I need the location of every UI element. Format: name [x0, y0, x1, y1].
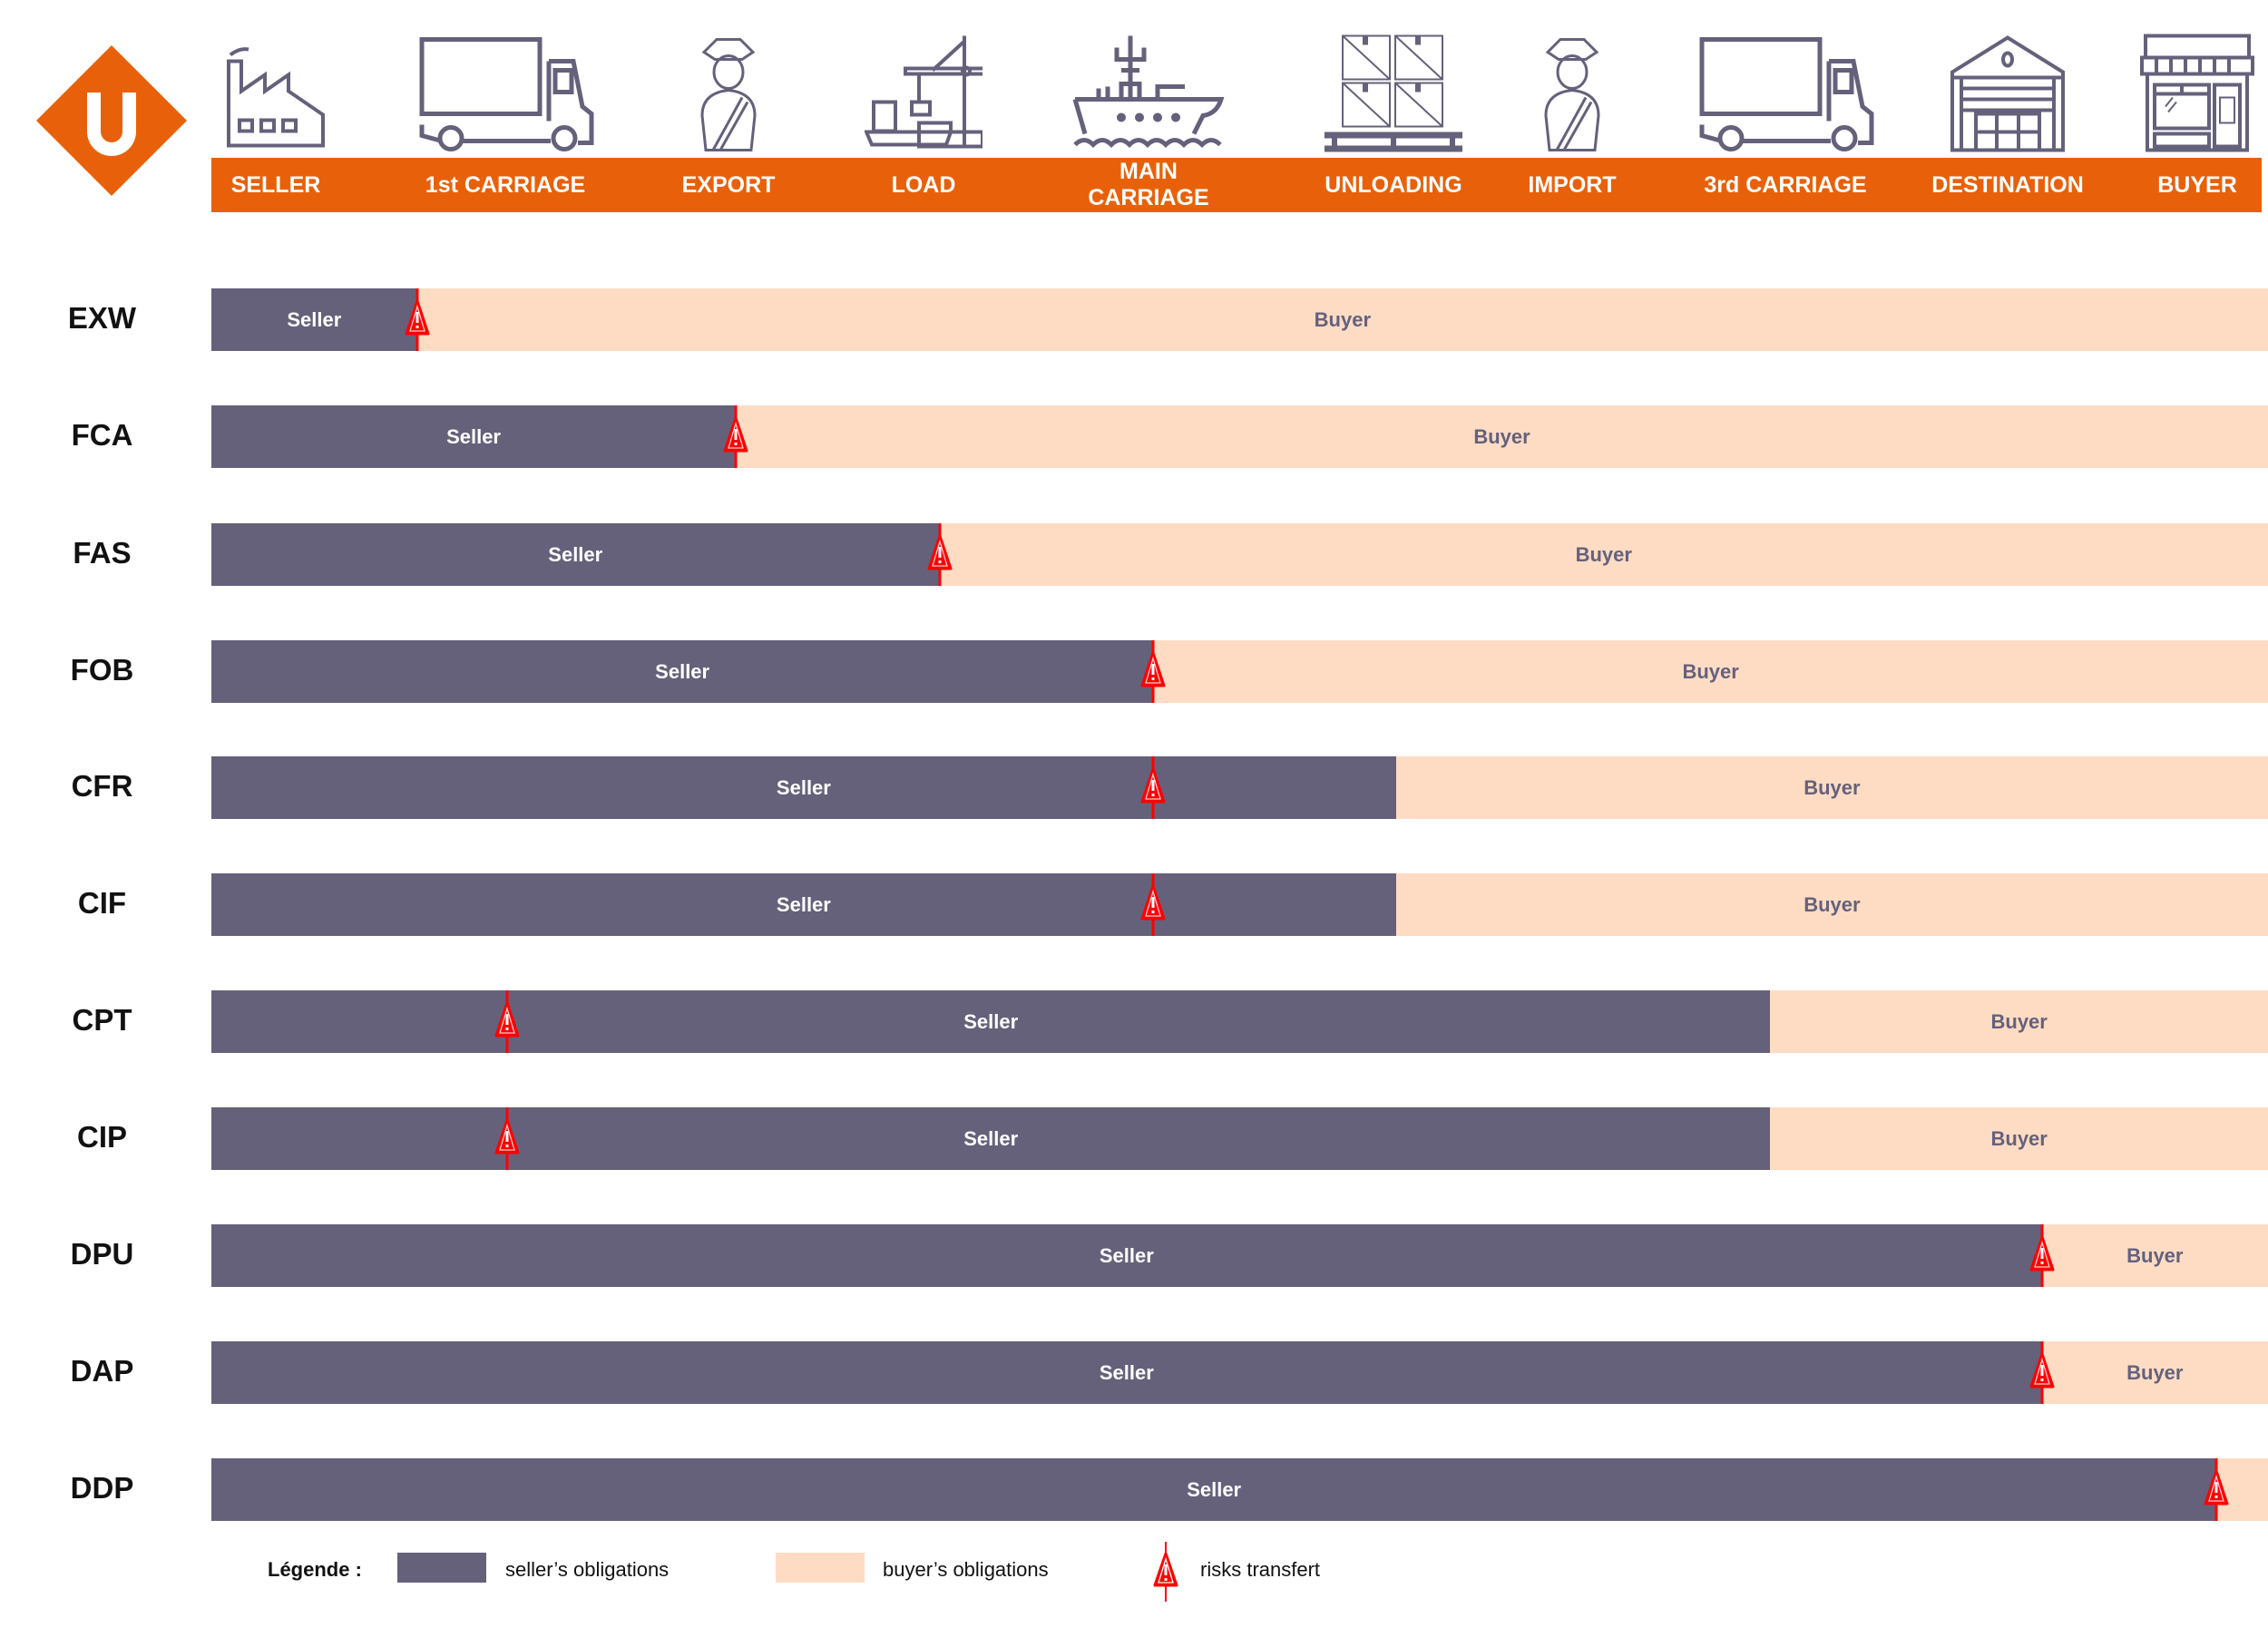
incoterm-bar-cpt: Seller Buyer: [211, 990, 2268, 1053]
seller-segment: Seller: [211, 1458, 2217, 1521]
truck-icon: [415, 32, 596, 154]
stage-label-3rd-carriage: 3rd CARRIAGE: [1704, 171, 1867, 198]
risk-transfer-icon: [2198, 1458, 2234, 1521]
stage-label-seller: SELLER: [230, 171, 321, 198]
risk-transfer-icon: [399, 288, 435, 351]
incoterm-label-cfr: CFR: [71, 769, 133, 803]
incoterm-bar-fas: Seller Buyer: [211, 523, 2268, 586]
incoterm-bar-cip: Seller Buyer: [211, 1107, 2268, 1170]
risk-transfer-icon: [2024, 1224, 2060, 1287]
seller-segment: Seller: [211, 523, 940, 586]
incoterm-bar-dap: Seller Buyer: [211, 1341, 2268, 1404]
incoterm-bar-fob: Seller Buyer: [211, 640, 2268, 703]
ship-icon: [1071, 32, 1226, 154]
seller-segment: Seller: [211, 1341, 2042, 1404]
buyer-segment: Buyer: [1770, 1107, 2268, 1170]
incoterm-label-cif: CIF: [77, 886, 127, 920]
stage-label-buyer: BUYER: [2157, 171, 2237, 198]
buyer-segment: Buyer: [2041, 1224, 2268, 1287]
seller-segment: Seller: [211, 288, 417, 351]
buyer-segment: Buyer: [2041, 1341, 2268, 1404]
buyer-segment: Buyer: [939, 523, 2268, 586]
buyer-segment: Buyer: [1395, 873, 2268, 936]
incoterm-label-exw: EXW: [67, 301, 137, 335]
stage-label-load: LOAD: [891, 171, 956, 198]
incoterm-bar-dpu: Seller Buyer: [211, 1224, 2268, 1287]
incoterm-label-fob: FOB: [70, 653, 134, 687]
stage-label-destination: DESTINATION: [1931, 171, 2084, 198]
legend-swatch-buyer: [776, 1553, 865, 1583]
brand-logo: [36, 45, 187, 196]
stage-label-unloading: UNLOADING: [1325, 171, 1462, 198]
legend-swatch-seller: [397, 1553, 486, 1583]
pallet-boxes-icon: [1321, 32, 1466, 154]
incoterm-label-fas: FAS: [73, 536, 132, 570]
incoterm-label-dap: DAP: [70, 1354, 134, 1388]
seller-segment: Seller: [211, 873, 1396, 936]
legend-title: Légende :: [268, 1558, 362, 1581]
legend-risk-icon: [1153, 1542, 1178, 1602]
incoterm-label-cpt: CPT: [72, 1003, 132, 1037]
buyer-segment: Buyer: [736, 405, 2268, 468]
stage-label-export: EXPORT: [681, 171, 776, 198]
stage-label-import: IMPORT: [1528, 171, 1617, 198]
stage-label-1st-carriage: 1st CARRIAGE: [425, 171, 586, 198]
factory-icon: [221, 32, 330, 154]
buyer-segment: Buyer: [1395, 756, 2268, 819]
incoterm-bar-fca: Seller Buyer: [211, 405, 2268, 468]
warehouse-icon: [1949, 32, 2067, 154]
risk-transfer-icon: [1135, 640, 1171, 703]
seller-segment: Seller: [211, 640, 1154, 703]
incoterm-label-dpu: DPU: [70, 1237, 134, 1271]
customs-officer-icon: [1540, 32, 1604, 154]
incoterm-label-cip: CIP: [76, 1120, 127, 1154]
seller-segment: Seller: [211, 1107, 1771, 1170]
stage-label-main-carriage: MAIN CARRIAGE: [1088, 159, 1209, 210]
risk-transfer-icon: [1135, 873, 1171, 936]
incoterm-bar-exw: Seller Buyer: [211, 288, 2268, 351]
buyer-segment: Buyer: [1153, 640, 2268, 703]
stage-header-band: SELLER 1st CARRIAGE EXPORT LOAD MAIN CARRIAG…: [211, 158, 2262, 212]
customs-officer-icon: [697, 32, 760, 154]
risk-transfer-icon: [718, 405, 754, 468]
legend-label-seller: seller’s obligations: [505, 1558, 670, 1581]
seller-segment: Seller: [211, 1224, 2042, 1287]
crane-ship-icon: [863, 32, 989, 154]
buyer-segment: Buyer: [1770, 990, 2268, 1053]
incoterm-bar-cfr: Seller Buyer: [211, 756, 2268, 819]
seller-segment: Seller: [211, 756, 1396, 819]
seller-segment: Seller: [211, 405, 737, 468]
truck-icon: [1695, 32, 1876, 154]
risk-transfer-icon: [489, 1107, 525, 1170]
buyer-segment: Buyer: [416, 288, 2268, 351]
risk-transfer-icon: [1135, 756, 1171, 819]
legend-label-buyer: buyer’s obligations: [883, 1558, 1049, 1581]
seller-segment: Seller: [211, 990, 1771, 1053]
risk-transfer-icon: [489, 990, 525, 1053]
shop-icon: [2138, 32, 2256, 154]
incoterm-label-ddp: DDP: [70, 1471, 134, 1505]
incoterm-bar-cif: Seller Buyer: [211, 873, 2268, 936]
incoterm-bar-ddp: Seller: [211, 1458, 2268, 1521]
legend-label-risk: risks transfert: [1200, 1558, 1321, 1581]
risk-transfer-icon: [2024, 1341, 2060, 1404]
risk-transfer-icon: [922, 523, 958, 586]
incoterm-label-fca: FCA: [71, 418, 133, 452]
